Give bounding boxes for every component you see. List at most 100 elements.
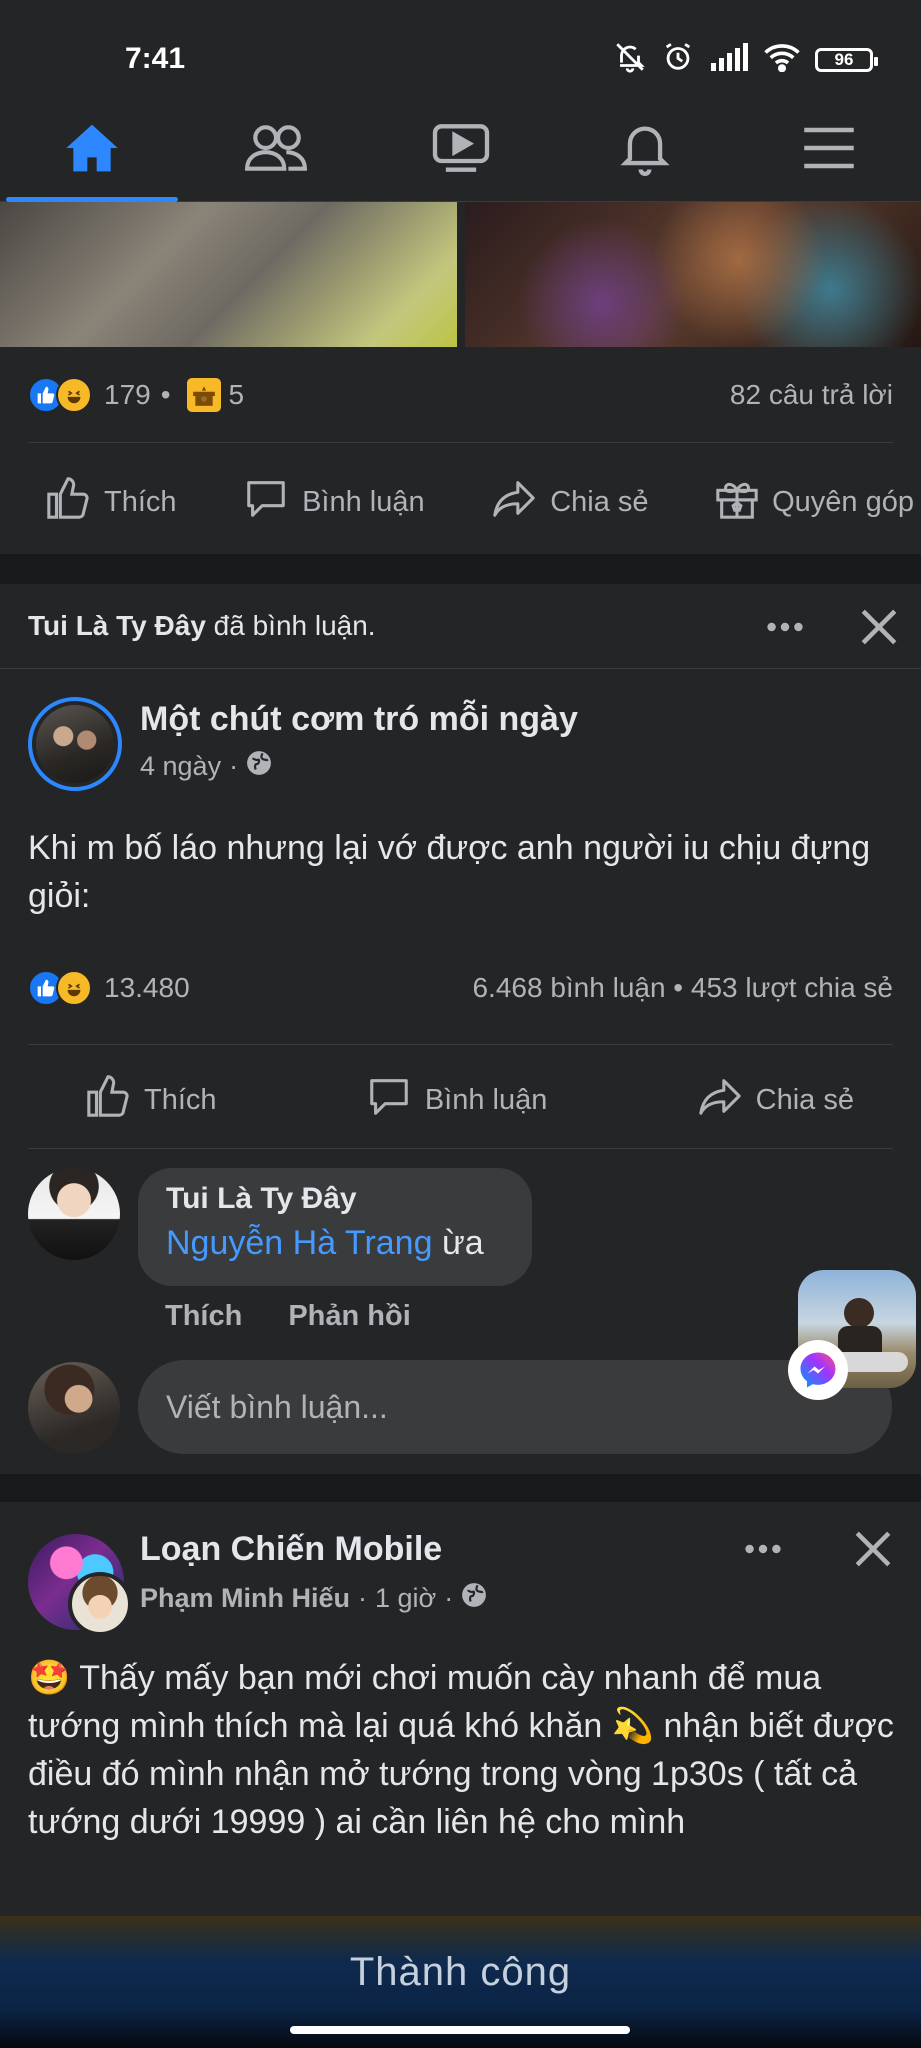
signal-icon bbox=[709, 43, 749, 76]
post-time[interactable]: 1 giờ bbox=[375, 1583, 436, 1614]
gift-icon bbox=[186, 378, 221, 412]
separator: · bbox=[444, 1583, 454, 1613]
comment-button[interactable]: Bình luận bbox=[242, 475, 425, 529]
activity-actor[interactable]: Tui Là Ty Đây bbox=[28, 610, 206, 641]
page-name[interactable]: Một chút cơm tró mỗi ngày bbox=[140, 700, 578, 739]
like-button[interactable]: Thích bbox=[84, 1073, 217, 1127]
alarm-icon bbox=[661, 40, 695, 79]
post-actions: Thích Bình luận Chia sẻ bbox=[84, 1060, 854, 1140]
post-actions: Thích Bình luận Chia sẻ Quyên góp bbox=[44, 462, 914, 542]
reaction-summary[interactable]: 13.480 6.468 bình luận • 453 lượt chia s… bbox=[28, 970, 893, 1006]
separator: · bbox=[358, 1583, 368, 1613]
share-icon bbox=[490, 475, 538, 529]
star-struck-emoji: 🤩 bbox=[28, 1659, 71, 1697]
divider bbox=[0, 668, 921, 669]
battery-level: 96 bbox=[834, 49, 854, 69]
thumbs-up-icon bbox=[84, 1073, 132, 1127]
tab-watch[interactable] bbox=[368, 100, 552, 201]
more-options-icon[interactable] bbox=[740, 1526, 786, 1577]
post-card-1: 179 • 5 82 câu trả lời Thích Bình luận C… bbox=[0, 202, 921, 554]
post-card-3: Loạn Chiến Mobile Phạm Minh Hiếu · 1 giờ… bbox=[0, 1502, 921, 1922]
success-toast-text: Thành công bbox=[349, 1950, 572, 1994]
replies-count[interactable]: 82 câu trả lời bbox=[730, 379, 893, 411]
comment-text: Nguyễn Hà Trang ừa bbox=[166, 1224, 504, 1263]
more-options-icon[interactable] bbox=[762, 604, 808, 655]
comment-body: ừa bbox=[441, 1224, 484, 1262]
post-photo-2[interactable] bbox=[465, 202, 921, 347]
gift-count: 5 bbox=[228, 379, 245, 410]
reaction-count: 13.480 bbox=[104, 972, 190, 1003]
page-name[interactable]: Loạn Chiến Mobile bbox=[140, 1530, 442, 1569]
donate-button[interactable]: Quyên góp bbox=[714, 475, 914, 529]
status-icons: 96 bbox=[613, 40, 878, 79]
share-button[interactable]: Chia sẻ bbox=[490, 475, 649, 529]
divider bbox=[28, 442, 893, 443]
comment-reply-button[interactable]: Phản hồi bbox=[288, 1300, 410, 1333]
friends-icon bbox=[245, 122, 308, 179]
messenger-icon[interactable] bbox=[788, 1340, 848, 1400]
like-label: Thích bbox=[104, 485, 177, 518]
reaction-icons bbox=[28, 377, 92, 413]
author-avatar[interactable] bbox=[68, 1572, 132, 1636]
tab-home[interactable] bbox=[0, 100, 184, 202]
battery-indicator: 96 bbox=[815, 47, 878, 72]
globe-icon bbox=[246, 750, 272, 783]
commenter-avatar[interactable] bbox=[28, 1168, 120, 1260]
comment-actions: Thích Phản hồi bbox=[165, 1300, 411, 1333]
comment-label: Bình luận bbox=[302, 485, 425, 518]
haha-reaction-icon bbox=[56, 377, 92, 413]
comment-bubble[interactable]: Tui Là Ty Đây Nguyễn Hà Trang ừa bbox=[138, 1168, 532, 1286]
post-author[interactable]: Phạm Minh Hiếu bbox=[140, 1583, 350, 1614]
comment-label: Bình luận bbox=[424, 1083, 548, 1116]
share-button[interactable]: Chia sẻ bbox=[696, 1073, 854, 1127]
separator: • bbox=[160, 379, 171, 410]
reaction-icons bbox=[28, 970, 92, 1006]
comment-like-button[interactable]: Thích bbox=[165, 1300, 242, 1333]
reaction-count: 179 bbox=[104, 379, 151, 410]
divider bbox=[28, 1148, 893, 1149]
activity-header: Tui Là Ty Đây đã bình luận. bbox=[28, 610, 376, 642]
reaction-summary[interactable]: 179 • 5 82 câu trả lời bbox=[28, 377, 893, 413]
mute-bell-icon bbox=[613, 40, 647, 79]
tab-notifications[interactable] bbox=[553, 100, 737, 201]
share-label: Chia sẻ bbox=[755, 1083, 854, 1116]
post-time[interactable]: 4 ngày bbox=[140, 751, 221, 782]
close-icon[interactable] bbox=[852, 1528, 894, 1575]
status-time: 7:41 bbox=[125, 42, 186, 75]
tab-friends[interactable] bbox=[184, 100, 368, 201]
haha-reaction-icon bbox=[56, 970, 92, 1006]
comment-button[interactable]: Bình luận bbox=[365, 1073, 548, 1127]
gift-outline-icon bbox=[714, 475, 760, 529]
comment-author[interactable]: Tui Là Ty Đây bbox=[166, 1182, 504, 1216]
thumbs-up-icon bbox=[44, 475, 92, 529]
sparkle-emoji: 💫 bbox=[611, 1707, 655, 1745]
share-icon bbox=[696, 1073, 744, 1127]
post-meta: 4 ngày · bbox=[140, 750, 272, 783]
post-meta: Phạm Minh Hiếu · 1 giờ · bbox=[140, 1582, 487, 1615]
separator: · bbox=[229, 751, 239, 781]
comment-input[interactable]: Viết bình luận... bbox=[138, 1360, 892, 1454]
page-avatar[interactable] bbox=[28, 697, 122, 791]
video-icon bbox=[432, 122, 490, 179]
post-image-strip[interactable] bbox=[0, 202, 921, 347]
share-label: Chia sẻ bbox=[550, 485, 649, 518]
donate-label: Quyên góp bbox=[772, 485, 914, 518]
post-photo-1[interactable] bbox=[0, 202, 457, 347]
mention-link[interactable]: Nguyễn Hà Trang bbox=[166, 1224, 433, 1262]
home-icon bbox=[64, 122, 120, 179]
divider bbox=[28, 1044, 893, 1045]
tab-menu[interactable] bbox=[737, 100, 921, 201]
status-bar: 7:41 96 bbox=[0, 0, 921, 100]
comment-input-placeholder: Viết bình luận... bbox=[166, 1388, 388, 1425]
post-card-2: Tui Là Ty Đây đã bình luận. Một chút cơm… bbox=[0, 584, 921, 1474]
hamburger-menu-icon bbox=[802, 125, 856, 176]
current-user-avatar bbox=[28, 1362, 120, 1454]
comment-icon bbox=[365, 1073, 413, 1127]
close-icon[interactable] bbox=[858, 606, 900, 653]
comment-icon bbox=[242, 475, 290, 529]
like-button[interactable]: Thích bbox=[44, 475, 177, 529]
comment-share-stats[interactable]: 6.468 bình luận • 453 lượt chia sẻ bbox=[472, 972, 893, 1004]
home-indicator[interactable] bbox=[290, 2026, 630, 2034]
bell-icon bbox=[619, 120, 671, 181]
top-navigation bbox=[0, 100, 921, 202]
